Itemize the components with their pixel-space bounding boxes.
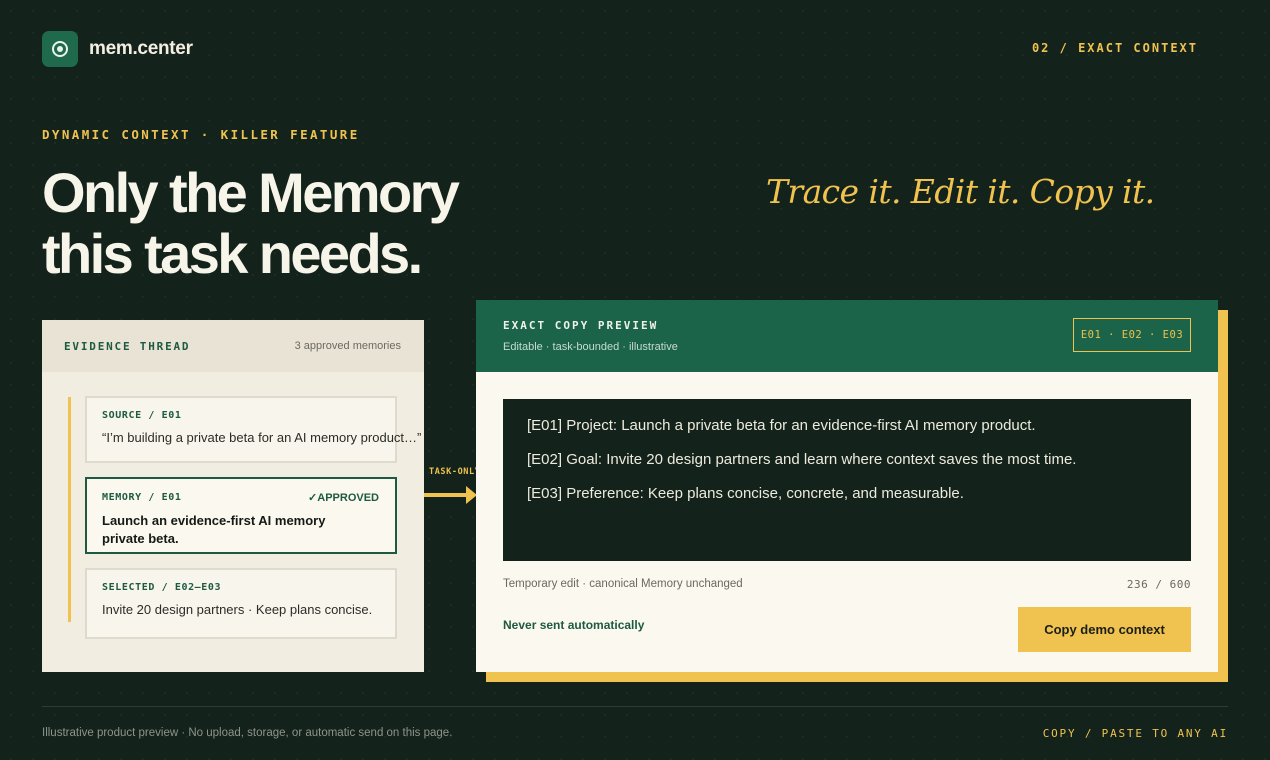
context-line: [E03] Preference: Keep plans concise, co… [527, 485, 964, 502]
context-line: [E02] Goal: Invite 20 design partners an… [527, 451, 1077, 468]
card-text: “I’m building a private beta for an AI m… [102, 430, 422, 445]
card-text: Invite 20 design partners · Keep plans c… [102, 602, 373, 617]
selected-card[interactable]: SELECTED / E02–E03 Invite 20 design part… [85, 568, 397, 639]
evidence-thread-panel: EVIDENCE THREAD 3 approved memories SOUR… [42, 320, 424, 672]
footer-note: Illustrative product preview · No upload… [42, 727, 453, 739]
hero-headline: Only the Memory this task needs. [42, 161, 460, 285]
brand-logo[interactable]: mem.center [42, 31, 193, 67]
source-card[interactable]: SOURCE / E01 “I’m building a private bet… [85, 396, 422, 463]
card-text: Launch an evidence-first AI memory priva… [102, 513, 326, 546]
brand-name: mem.center [89, 38, 193, 59]
card-label: SELECTED / E02–E03 [102, 582, 222, 593]
card-label: MEMORY / E01 [102, 492, 182, 503]
context-editor[interactable]: [E01] Project: Launch a private beta for… [503, 399, 1191, 561]
character-count: 236 / 600 [1126, 578, 1191, 591]
task-only-label: TASK-ONLY [429, 467, 481, 477]
timeline-rail [68, 397, 71, 622]
preview-header: EXACT COPY PREVIEW Editable · task-bound… [476, 300, 1218, 372]
copy-demo-context-button[interactable]: Copy demo context [1018, 607, 1191, 652]
edit-note: Temporary edit · canonical Memory unchan… [503, 578, 743, 590]
reference-tags: E01 · E02 · E03 [1073, 318, 1191, 352]
exact-copy-preview-panel: EXACT COPY PREVIEW Editable · task-bound… [476, 300, 1218, 672]
target-dot-icon [42, 31, 78, 67]
context-line: [E01] Project: Launch a private beta for… [527, 417, 1036, 434]
approved-badge: ✓APPROVED [308, 492, 379, 504]
memory-card[interactable]: MEMORY / E01 ✓APPROVED Launch an evidenc… [85, 477, 397, 554]
step-indicator: 02 / EXACT CONTEXT [1031, 41, 1198, 55]
footer-divider [42, 706, 1228, 707]
evidence-count: 3 approved memories [294, 340, 401, 352]
evidence-header: EVIDENCE THREAD 3 approved memories [42, 320, 424, 372]
card-label: SOURCE / E01 [102, 410, 182, 421]
arrow-line [424, 493, 468, 497]
evidence-title: EVIDENCE THREAD [64, 339, 191, 353]
never-sent-note: Never sent automatically [503, 618, 645, 632]
footer-cta: COPY / PASTE TO ANY AI [1042, 727, 1228, 740]
hero-tagline: Trace it. Edit it. Copy it. [766, 172, 1155, 211]
hero-eyebrow: DYNAMIC CONTEXT · KILLER FEATURE [42, 127, 360, 142]
